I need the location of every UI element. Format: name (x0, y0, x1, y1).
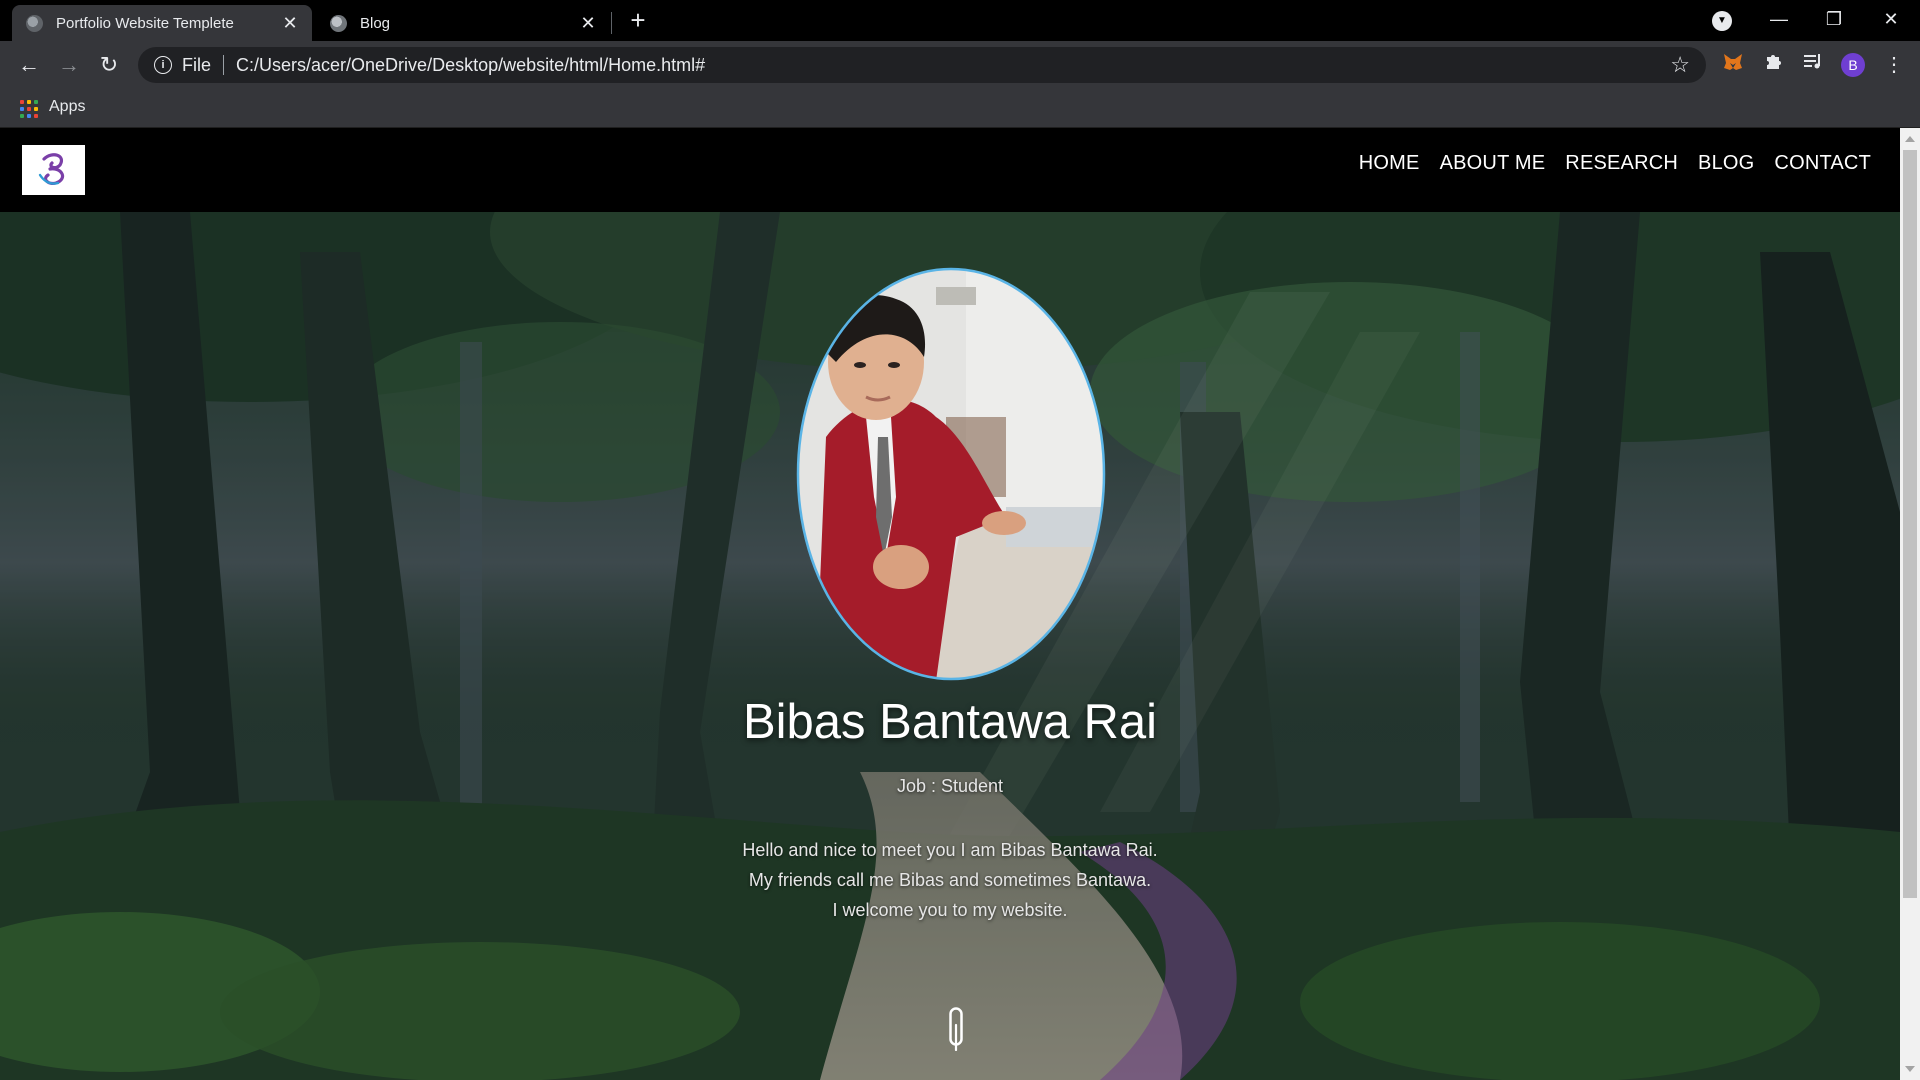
reload-button[interactable]: ↻ (94, 50, 124, 80)
forward-button[interactable]: → (54, 50, 84, 80)
bio-line: I welcome you to my website. (832, 900, 1068, 920)
tab-title: Portfolio Website Templete (56, 14, 234, 32)
close-icon[interactable]: ✕ (280, 13, 300, 33)
tab-portfolio[interactable]: Portfolio Website Templete ✕ (12, 5, 312, 41)
globe-icon (26, 14, 43, 32)
hero-section: Bibas Bantawa Rai Job : Student Hello an… (0, 212, 1900, 1080)
hero-name: Bibas Bantawa Rai (742, 695, 1157, 749)
bookmarks-bar: Apps (0, 88, 1920, 128)
restore-button[interactable]: ❐ (1819, 6, 1849, 32)
media-queue-icon[interactable] (1800, 51, 1826, 77)
address-url[interactable]: C:/Users/acer/OneDrive/Desktop/website/h… (236, 55, 1670, 76)
hero-job: Job : Student (896, 776, 1004, 796)
browser-menu-button[interactable]: ⋮ (1879, 50, 1909, 80)
back-button[interactable]: ← (14, 50, 44, 80)
browser-toolbar: ← → ↻ i File C:/Users/acer/OneDrive/Desk… (0, 41, 1920, 88)
scrollbar-thumb[interactable] (1903, 150, 1917, 898)
browser-tab-strip: Portfolio Website Templete ✕ Blog ✕ + ▼ … (0, 0, 1920, 41)
address-scheme: File (182, 54, 212, 75)
hero-bio: Hello and nice to meet you I am Bibas Ba… (0, 835, 1900, 925)
tab-divider (611, 12, 612, 34)
bio-line: My friends call me Bibas and sometimes B… (748, 870, 1152, 890)
bio-line: Hello and nice to meet you I am Bibas Ba… (742, 840, 1158, 860)
chevron-down-icon[interactable]: ▼ (1712, 11, 1732, 31)
info-icon[interactable]: i (154, 56, 172, 74)
address-bar[interactable]: i File C:/Users/acer/OneDrive/Desktop/we… (138, 47, 1706, 83)
page-viewport: HOME ABOUT ME RESEARCH BLOG CONTACT Biba… (0, 128, 1900, 1080)
new-tab-button[interactable]: + (624, 6, 652, 34)
nav-blog[interactable]: BLOG (1698, 152, 1754, 175)
scroll-mouse-icon[interactable] (949, 1007, 963, 1051)
page-scrollbar[interactable] (1900, 128, 1920, 1080)
nav-home[interactable]: HOME (1359, 152, 1420, 175)
metamask-fox-icon[interactable] (1720, 51, 1746, 77)
tab-title: Blog (360, 14, 391, 32)
site-header: HOME ABOUT ME RESEARCH BLOG CONTACT (0, 128, 1900, 212)
nav-research[interactable]: RESEARCH (1565, 152, 1678, 175)
apps-grid-icon[interactable] (20, 100, 38, 118)
scroll-up-icon[interactable] (1905, 136, 1915, 142)
profile-photo (796, 267, 1106, 681)
minimize-button[interactable]: — (1764, 6, 1794, 32)
site-logo[interactable] (22, 145, 85, 195)
close-icon[interactable]: ✕ (578, 13, 598, 33)
puzzle-icon[interactable] (1761, 51, 1787, 77)
globe-icon (330, 14, 347, 32)
nav-contact[interactable]: CONTACT (1774, 152, 1871, 175)
window-close-button[interactable]: ✕ (1876, 6, 1906, 32)
bookmark-star-icon[interactable]: ☆ (1670, 52, 1690, 78)
nav-about-me[interactable]: ABOUT ME (1440, 152, 1546, 175)
scroll-down-icon[interactable] (1905, 1066, 1915, 1072)
site-nav: HOME ABOUT ME RESEARCH BLOG CONTACT (1359, 152, 1871, 175)
apps-shortcut[interactable]: Apps (49, 98, 85, 116)
address-divider (223, 55, 225, 75)
profile-avatar[interactable]: B (1841, 53, 1865, 77)
tab-blog[interactable]: Blog ✕ (316, 5, 610, 41)
